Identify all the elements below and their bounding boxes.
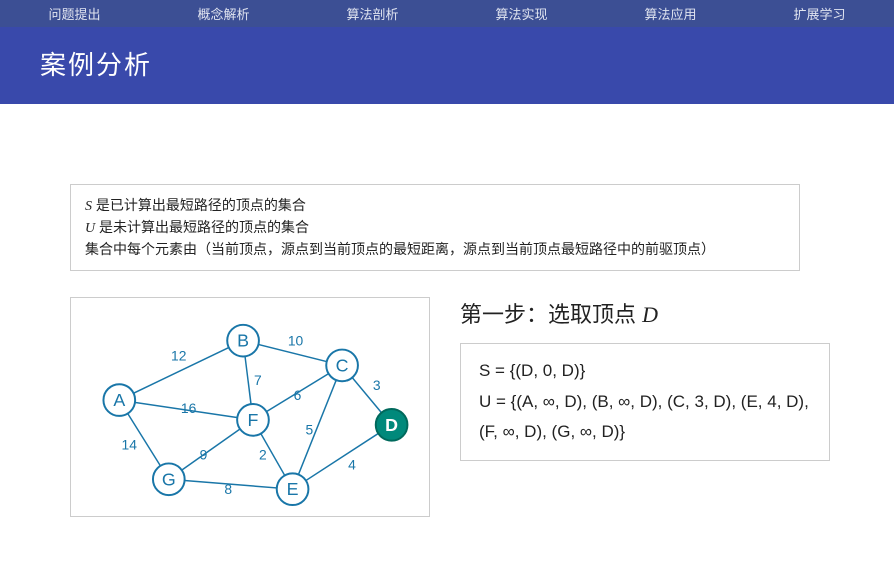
edge-weight-D-E: 4 xyxy=(348,456,356,472)
graph-panel: 12 16 14 10 7 3 6 5 4 2 8 9 A B C D E F G xyxy=(70,297,430,517)
edge-weight-C-F: 6 xyxy=(294,387,302,403)
nav-item-2[interactable]: 算法剖析 xyxy=(298,0,447,27)
edge-weight-C-D: 3 xyxy=(373,377,381,393)
edge-weight-A-G: 14 xyxy=(121,437,137,453)
legend-line-2: U 是未计算出最短路径的顶点的集合 xyxy=(85,217,785,239)
edge-weight-A-B: 12 xyxy=(171,347,187,363)
legend-line-3: 集合中每个元素由（当前顶点，源点到当前顶点的最短距离，源点到当前顶点最短路径中的… xyxy=(85,239,785,260)
nav-item-4[interactable]: 算法应用 xyxy=(596,0,745,27)
set-S: S = {(D, 0, D)} xyxy=(479,356,811,387)
node-label-E: E xyxy=(287,479,299,499)
edge-weight-E-G: 8 xyxy=(224,481,232,497)
nav-item-0[interactable]: 问题提出 xyxy=(0,0,149,27)
edge-weight-E-F: 2 xyxy=(259,446,267,462)
node-label-F: F xyxy=(248,410,259,430)
step-panel: 第一步：选取顶点 D S = {(D, 0, D)} U = {(A, ∞, D… xyxy=(460,297,894,461)
sets-box: S = {(D, 0, D)} U = {(A, ∞, D), (B, ∞, D… xyxy=(460,343,830,461)
node-label-G: G xyxy=(162,469,176,489)
edge-weight-A-F: 16 xyxy=(181,400,197,416)
page-title: 案例分析 xyxy=(0,27,894,104)
node-label-D: D xyxy=(385,415,398,435)
node-label-C: C xyxy=(336,355,349,375)
legend-box: S 是已计算出最短路径的顶点的集合 U 是未计算出最短路径的顶点的集合 集合中每… xyxy=(70,184,800,271)
step-title: 第一步：选取顶点 D xyxy=(460,297,854,329)
graph-svg: 12 16 14 10 7 3 6 5 4 2 8 9 A B C D E F G xyxy=(79,306,421,508)
set-U: U = {(A, ∞, D), (B, ∞, D), (C, 3, D), (E… xyxy=(479,387,811,448)
edge-C-E xyxy=(293,365,343,489)
edge-weight-C-E: 5 xyxy=(306,422,314,438)
nav-item-1[interactable]: 概念解析 xyxy=(149,0,298,27)
node-label-A: A xyxy=(113,390,125,410)
edge-weight-B-F: 7 xyxy=(254,372,262,388)
main-content: S 是已计算出最短路径的顶点的集合 U 是未计算出最短路径的顶点的集合 集合中每… xyxy=(0,104,894,517)
top-nav: 问题提出概念解析算法剖析算法实现算法应用扩展学习 xyxy=(0,0,894,27)
edge-weight-F-G: 9 xyxy=(200,446,208,462)
node-label-B: B xyxy=(237,331,249,351)
nav-item-5[interactable]: 扩展学习 xyxy=(745,0,894,27)
edge-weight-B-C: 10 xyxy=(288,333,304,349)
legend-line-1: S 是已计算出最短路径的顶点的集合 xyxy=(85,195,785,217)
nav-item-3[interactable]: 算法实现 xyxy=(447,0,596,27)
